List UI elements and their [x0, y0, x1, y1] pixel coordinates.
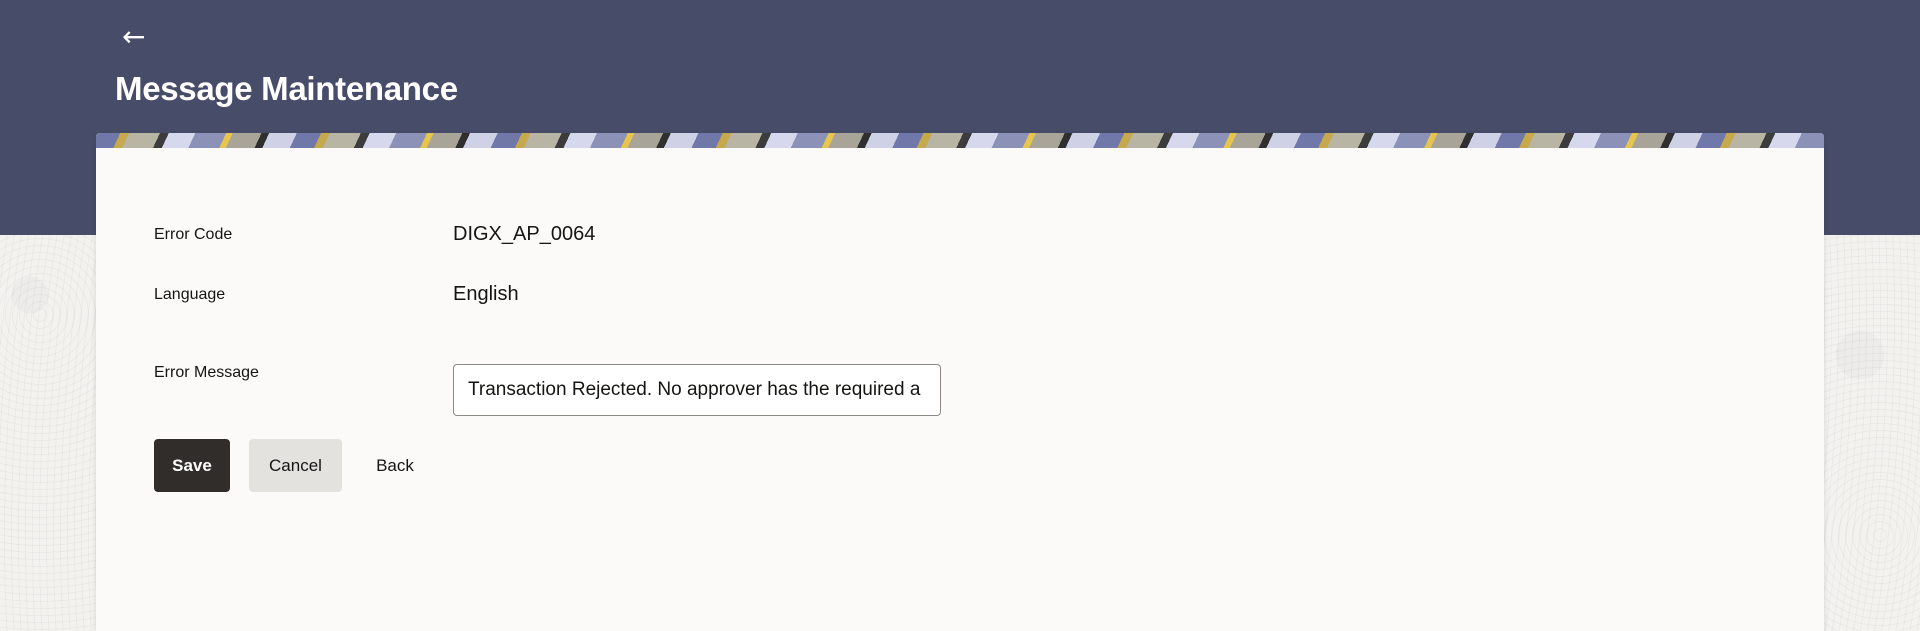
- error-message-input[interactable]: [453, 364, 941, 416]
- card-banner: [96, 133, 1824, 148]
- page-title: Message Maintenance: [115, 70, 458, 107]
- language-label: Language: [154, 286, 226, 303]
- error-message-label: Error Message: [154, 364, 259, 381]
- cancel-button[interactable]: Cancel: [249, 439, 342, 492]
- back-arrow-icon[interactable]: ←: [122, 22, 152, 52]
- back-button[interactable]: Back: [360, 439, 430, 492]
- error-code-label: Error Code: [154, 226, 233, 243]
- save-button[interactable]: Save: [154, 439, 230, 492]
- language-value: English: [453, 283, 519, 305]
- form-card: Error Code DIGX_AP_0064 Language English…: [96, 133, 1824, 631]
- error-code-value: DIGX_AP_0064: [453, 223, 596, 245]
